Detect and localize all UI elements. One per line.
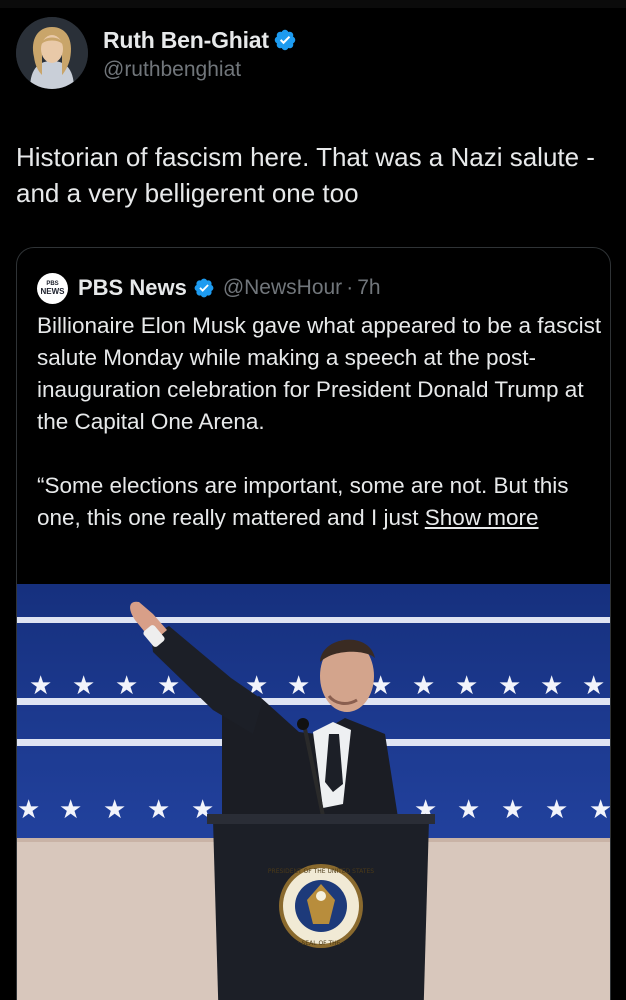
svg-text:★: ★ bbox=[545, 795, 568, 825]
svg-text:★: ★ bbox=[457, 795, 480, 825]
svg-text:★: ★ bbox=[29, 671, 52, 701]
verified-badge-icon bbox=[194, 278, 214, 298]
svg-text:★: ★ bbox=[412, 671, 435, 701]
logo-line2: NEWS bbox=[40, 287, 65, 296]
quoted-paragraph-2: “Some elections are important, some are … bbox=[37, 470, 602, 534]
svg-text:★: ★ bbox=[59, 795, 82, 825]
svg-text:★: ★ bbox=[17, 795, 40, 825]
author-name[interactable]: Ruth Ben-Ghiat bbox=[103, 27, 297, 54]
quoted-tweet[interactable]: PBS NEWS PBS News @NewsHour · 7h Billion… bbox=[16, 247, 611, 1000]
author-name-text[interactable]: Ruth Ben-Ghiat bbox=[103, 27, 269, 53]
quoted-tweet-header: PBS NEWS PBS News @NewsHour · 7h bbox=[37, 272, 381, 304]
verified-badge-icon bbox=[274, 29, 296, 51]
svg-text:★: ★ bbox=[501, 795, 524, 825]
seal-text-top: PRESIDENT OF THE UNITED STATES bbox=[268, 868, 374, 875]
quoted-paragraph-1: Billionaire Elon Musk gave what appeared… bbox=[37, 313, 602, 434]
avatar[interactable] bbox=[16, 17, 88, 89]
svg-text:★: ★ bbox=[582, 671, 605, 701]
svg-text:★: ★ bbox=[540, 671, 563, 701]
top-bar bbox=[0, 0, 626, 8]
tweet-screen: Ruth Ben-Ghiat @ruthbenghiat Historian o… bbox=[0, 0, 626, 1000]
quoted-author-name[interactable]: PBS News bbox=[78, 275, 187, 301]
quoted-tweet-text: Billionaire Elon Musk gave what appeared… bbox=[37, 310, 602, 534]
separator-dot: · bbox=[346, 276, 354, 299]
tweet-text: Historian of fascism here. That was a Na… bbox=[16, 142, 595, 208]
media-illustration: ★ ★ ★ ★ ★ ★ ★ ★ ★ ★ ★ ★ ★ ★ ★ ★ ★ ★ ★ ★ ★ ★ bbox=[17, 584, 611, 1000]
author-handle[interactable]: @ruthbenghiat bbox=[103, 58, 241, 82]
quoted-timestamp[interactable]: 7h bbox=[357, 276, 380, 300]
svg-text:★: ★ bbox=[455, 671, 478, 701]
svg-text:★: ★ bbox=[287, 671, 310, 701]
svg-text:★: ★ bbox=[103, 795, 126, 825]
svg-text:★: ★ bbox=[72, 671, 95, 701]
svg-text:★: ★ bbox=[498, 671, 521, 701]
quoted-author-handle[interactable]: @NewsHour bbox=[223, 276, 342, 300]
pbs-news-logo[interactable]: PBS NEWS bbox=[37, 272, 68, 304]
show-more-link[interactable]: Show more bbox=[425, 505, 539, 530]
seal-text-bottom: · SEAL OF THE · bbox=[298, 940, 345, 947]
svg-text:★: ★ bbox=[147, 795, 170, 825]
svg-text:★: ★ bbox=[589, 795, 611, 825]
svg-text:★: ★ bbox=[157, 671, 180, 701]
svg-text:★: ★ bbox=[115, 671, 138, 701]
media-image[interactable]: ★ ★ ★ ★ ★ ★ ★ ★ ★ ★ ★ ★ ★ ★ ★ ★ ★ ★ ★ ★ ★ ★ bbox=[17, 584, 611, 1000]
